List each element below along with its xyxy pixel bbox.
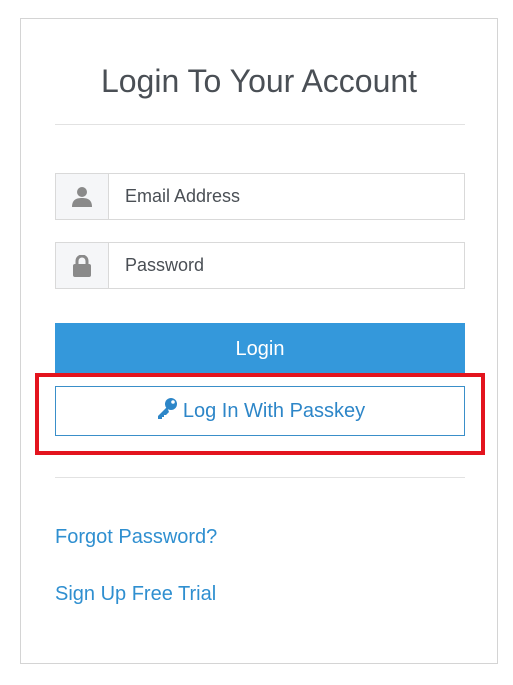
forgot-password-link[interactable]: Forgot Password? [55,526,217,549]
password-field-group [55,242,465,289]
actions-divider [55,477,465,478]
login-card: Login To Your Account Login [20,18,498,664]
email-field-group [55,173,465,220]
email-field[interactable] [109,174,464,219]
passkey-button-label: Log In With Passkey [182,399,366,422]
login-button[interactable]: Login [55,323,465,375]
page-title: Login To Your Account [100,63,418,99]
key-icon [155,396,179,426]
user-icon [56,174,109,219]
signup-link[interactable]: Sign Up Free Trial [55,583,216,606]
title-divider [55,124,465,125]
password-field[interactable] [109,243,464,288]
lock-icon [56,243,109,288]
passkey-login-button[interactable]: Log In With Passkey [55,386,465,436]
